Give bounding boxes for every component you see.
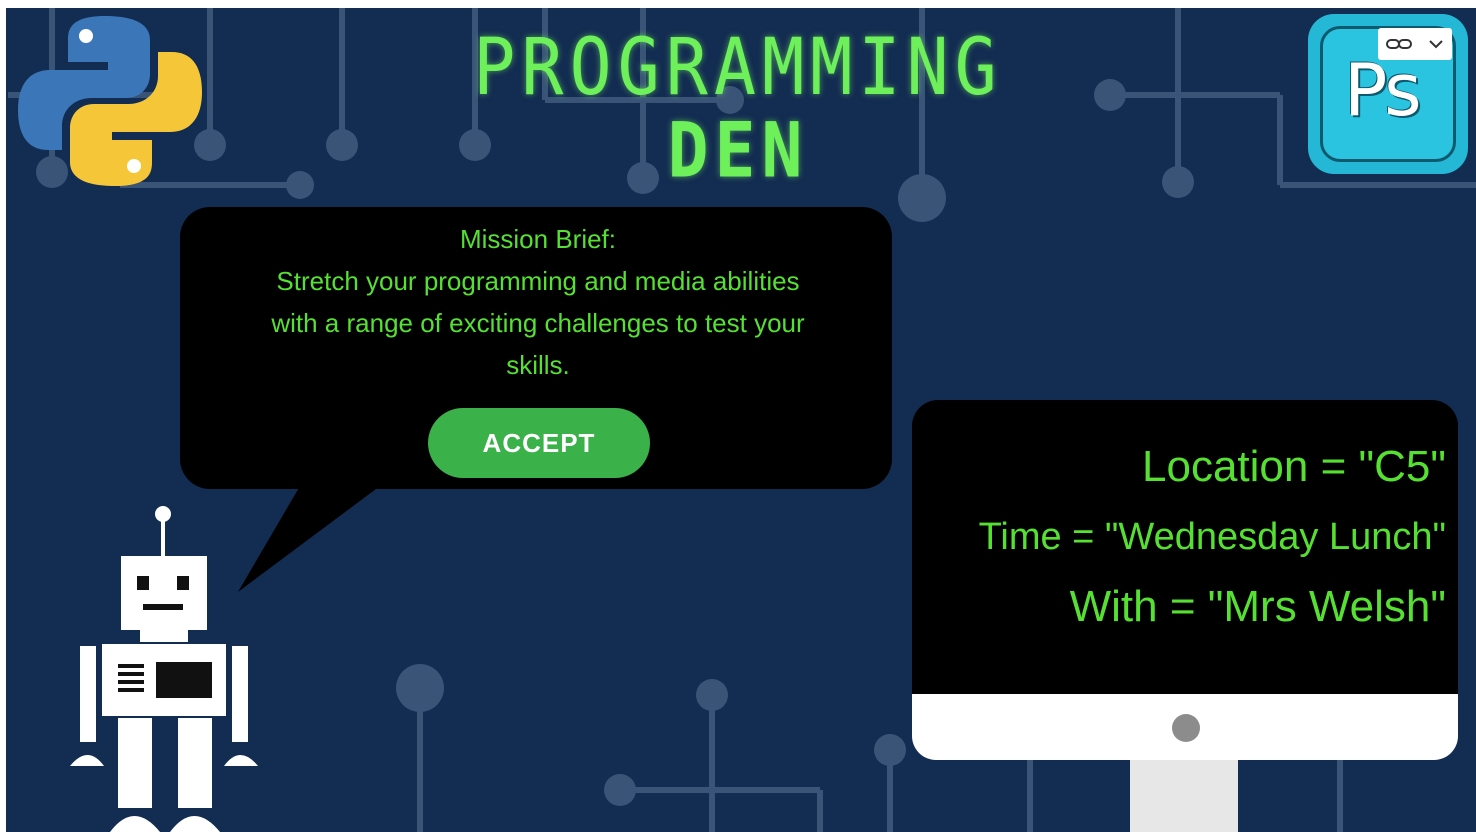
- robot-icon: [70, 506, 258, 832]
- monitor-stand: [1130, 760, 1238, 832]
- monitor-power-button: [1172, 714, 1200, 742]
- accept-button[interactable]: ACCEPT: [428, 408, 650, 478]
- time-text: Time = "Wednesday Lunch": [978, 516, 1446, 558]
- location-text: Location = "C5": [1142, 442, 1446, 491]
- with-text: With = "Mrs Welsh": [1069, 582, 1446, 631]
